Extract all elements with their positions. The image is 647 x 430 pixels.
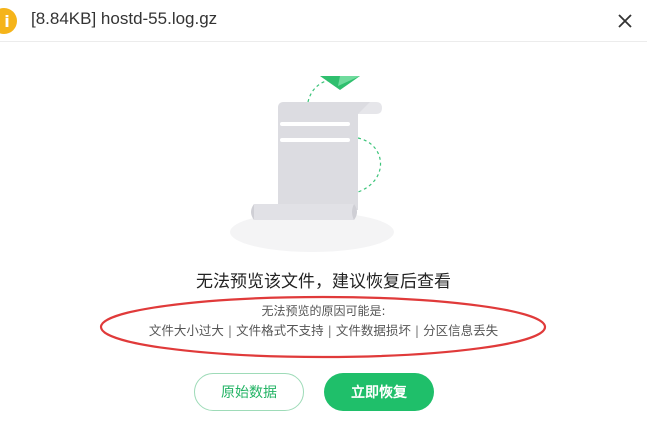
close-icon	[618, 14, 632, 28]
dialog-title: [8.84KB] hostd-55.log.gz	[31, 9, 218, 28]
info-icon: i	[0, 8, 17, 34]
recover-now-button[interactable]: 立即恢复	[324, 373, 434, 411]
title-bar: i [8.84KB] hostd-55.log.gz	[0, 0, 647, 42]
raw-data-button[interactable]: 原始数据	[194, 373, 304, 411]
info-icon-glyph: i	[4, 11, 10, 31]
close-button[interactable]	[611, 7, 639, 35]
file-scroll-illustration	[230, 76, 394, 252]
preview-unavailable-headline: 无法预览该文件，建议恢复后查看	[196, 272, 451, 292]
red-annotation-ellipse	[99, 295, 547, 359]
